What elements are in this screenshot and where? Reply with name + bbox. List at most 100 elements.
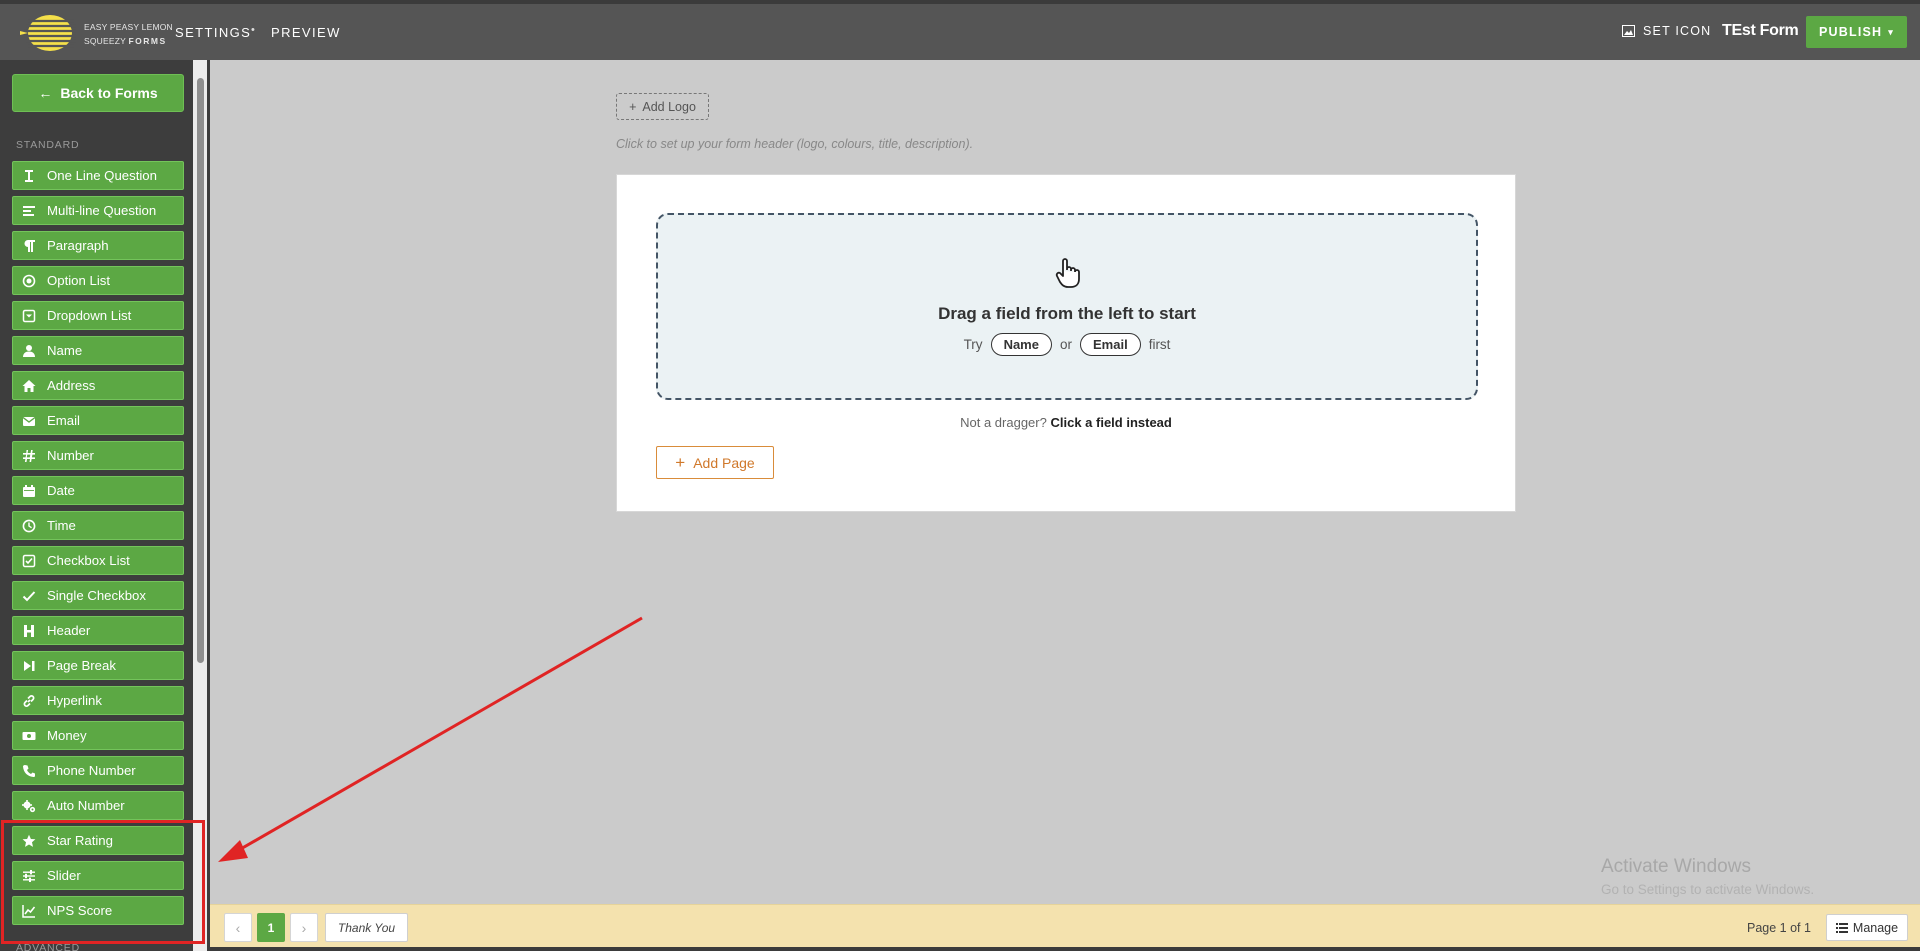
sidebar-scrollbar-thumb[interactable] [197,78,204,663]
add-page-button[interactable]: + Add Page [656,446,774,479]
field-button-label: Dropdown List [47,308,132,323]
field-button-date[interactable]: Date [12,476,184,505]
radio-icon [21,273,37,289]
form-header-hint[interactable]: Click to set up your form header (logo, … [616,137,973,151]
field-button-dropdown-list[interactable]: Dropdown List [12,301,184,330]
previous-page-button[interactable]: ‹ [224,913,252,942]
field-button-number[interactable]: Number [12,441,184,470]
page-count: Page 1 of 1 [1747,921,1811,935]
publish-button[interactable]: PUBLISH ▾ [1806,16,1907,48]
field-button-label: Checkbox List [47,553,130,568]
field-button-multi-line-question[interactable]: Multi-line Question [12,196,184,225]
field-button-paragraph[interactable]: Paragraph [12,231,184,260]
not-dragger-text: Not a dragger? Click a field instead [960,415,1172,430]
activate-windows-title: Activate Windows [1601,856,1751,877]
field-button-single-checkbox[interactable]: Single Checkbox [12,581,184,610]
field-button-option-list[interactable]: Option List [12,266,184,295]
name-field-pill[interactable]: Name [990,333,1052,356]
field-button-label: Time [47,518,76,533]
field-button-label: One Line Question [47,168,157,183]
add-logo-button[interactable]: + Add Logo [616,93,709,120]
link-icon [21,693,37,709]
pilcrow-icon [21,238,37,254]
field-button-page-break[interactable]: Page Break [12,651,184,680]
back-to-forms-button[interactable]: ← Back to Forms [12,74,184,112]
section-standard-label: STANDARD [16,139,80,151]
checkbox-icon [21,553,37,569]
home-icon [21,378,37,394]
field-button-label: Money [47,728,87,743]
envelope-icon [21,413,37,429]
field-button-label: Date [47,483,75,498]
form-title[interactable]: TEst Form [1722,22,1799,40]
thank-you-page-button[interactable]: Thank You [325,913,408,942]
page-1-button[interactable]: 1 [257,913,285,942]
field-button-one-line-question[interactable]: One Line Question [12,161,184,190]
caret-down-icon: ▾ [1888,26,1894,37]
field-button-address[interactable]: Address [12,371,184,400]
check-icon [21,588,37,604]
plus-icon: + [629,99,637,114]
click-field-instead-link[interactable]: Click a field instead [1050,415,1171,430]
page-bar: ‹ 1 › Thank You Page 1 of 1 Manage [210,904,1920,947]
image-icon [1622,25,1635,37]
clock-icon [21,518,37,534]
annotation-arrow [218,616,643,862]
calendar-icon [21,483,37,499]
top-bar: EASY PEASY LEMON SQUEEZY FORMS SETTINGS … [0,0,1920,60]
pointer-hand-icon [1055,258,1080,288]
gears-icon [21,798,37,814]
field-button-label: Email [47,413,80,428]
dropdown-dot-icon: • [251,24,255,36]
nav-preview[interactable]: PREVIEW [271,25,341,40]
field-button-label: Number [47,448,94,463]
field-button-label: Multi-line Question [47,203,157,218]
field-button-hyperlink[interactable]: Hyperlink [12,686,184,715]
field-button-header[interactable]: Header [12,616,184,645]
field-button-email[interactable]: Email [12,406,184,435]
heading-icon [21,623,37,639]
field-button-label: Name [47,343,83,358]
field-button-label: Single Checkbox [47,588,146,603]
phone-icon [21,763,37,779]
field-button-label: Header [47,623,91,638]
arrow-left-icon: ← [38,85,53,101]
user-icon [21,343,37,359]
hash-icon [21,448,37,464]
try-row: Try Name or Email first [658,333,1476,356]
annotation-highlight-box [1,820,205,944]
field-button-auto-number[interactable]: Auto Number [12,791,184,820]
window-bottom-edge [210,947,1920,951]
sidebar: ← Back to Forms STANDARD One Line Questi… [0,60,210,951]
email-field-pill[interactable]: Email [1080,333,1141,356]
field-button-time[interactable]: Time [12,511,184,540]
dropdown-icon [21,308,37,324]
field-dropzone[interactable]: Drag a field from the left to start Try … [656,213,1478,400]
next-page-button[interactable]: › [290,913,318,942]
field-list: One Line Question Multi-line Question Para… [12,161,184,931]
lemon-logo-icon[interactable] [18,13,78,53]
field-button-money[interactable]: Money [12,721,184,750]
money-icon [21,728,37,744]
align-left-icon [21,203,37,219]
field-button-label: Phone Number [47,763,136,778]
manage-pages-button[interactable]: Manage [1826,914,1908,941]
field-button-phone-number[interactable]: Phone Number [12,756,184,785]
field-button-label: Address [47,378,96,393]
text-cursor-icon [21,168,37,184]
field-button-checkbox-list[interactable]: Checkbox List [12,546,184,575]
field-button-name[interactable]: Name [12,336,184,365]
field-button-label: Page Break [47,658,116,673]
field-button-label: Auto Number [47,798,125,813]
nav-settings[interactable]: SETTINGS [175,25,251,40]
drag-title: Drag a field from the left to start [938,304,1196,323]
field-button-label: Hyperlink [47,693,102,708]
field-button-label: Option List [47,273,111,288]
plus-icon: + [675,452,686,472]
field-button-label: Paragraph [47,238,109,253]
form-card: Drag a field from the left to start Try … [616,174,1516,512]
set-icon-button[interactable]: SET ICON [1622,24,1711,38]
activate-windows-subtitle: Go to Settings to activate Windows. [1601,882,1815,897]
page-break-icon [21,658,37,674]
brand-name: EASY PEASY LEMON SQUEEZY FORMS [84,22,173,46]
